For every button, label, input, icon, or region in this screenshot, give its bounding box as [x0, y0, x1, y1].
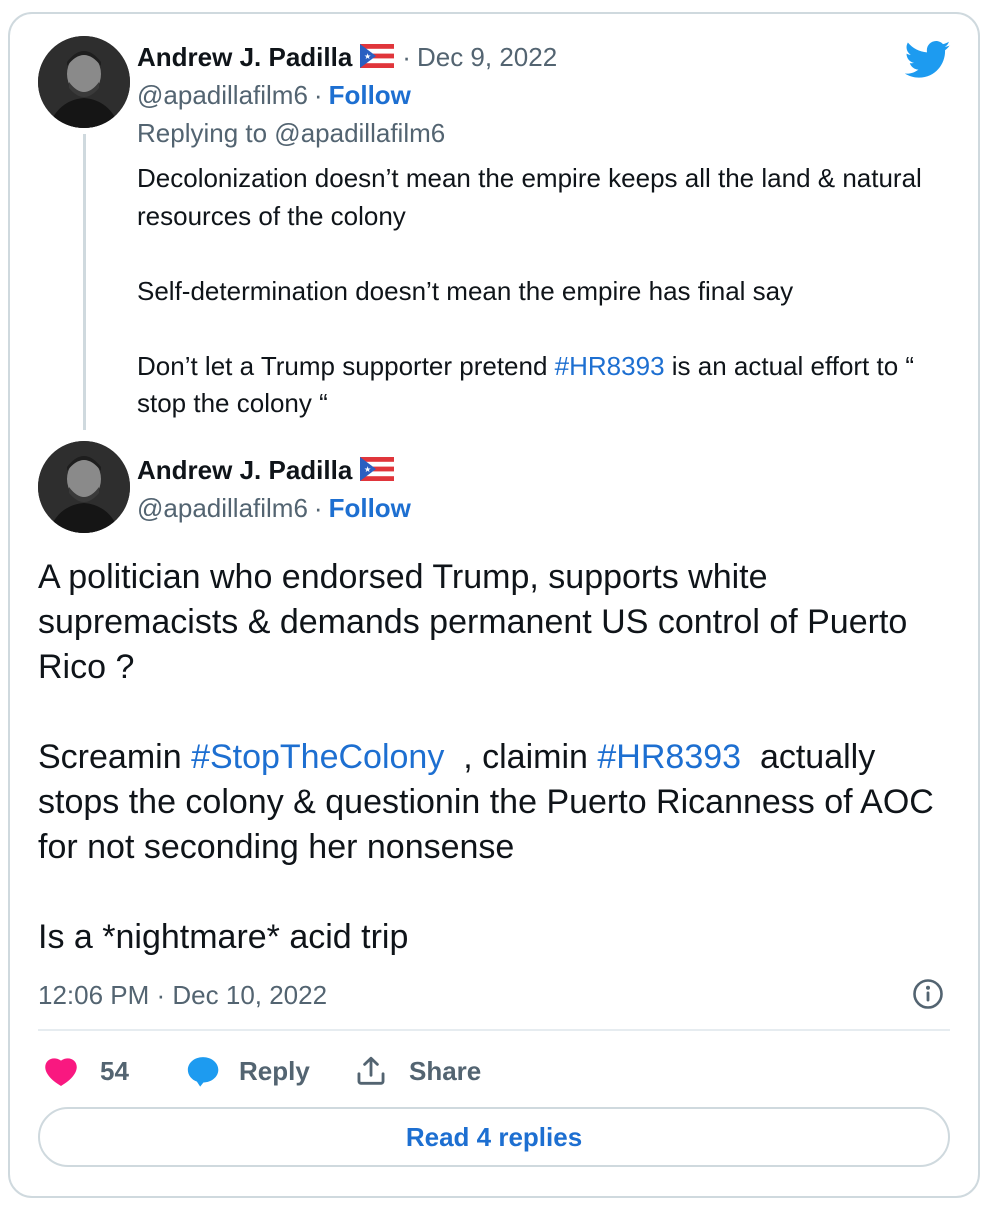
- puerto-rico-flag-icon: ★: [360, 456, 395, 481]
- author-handle[interactable]: @apadillafilm6: [137, 493, 308, 523]
- main-author-line: Andrew J. Padilla ★: [137, 454, 395, 486]
- text-span: , claimin: [444, 738, 598, 776]
- tweet-paragraph: A politician who endorsed Trump, support…: [38, 558, 908, 686]
- hashtag-link[interactable]: #StopTheColony: [191, 738, 444, 776]
- share-button[interactable]: [354, 1054, 388, 1088]
- text-span: Don’t let a Trump supporter pretend: [137, 350, 555, 381]
- svg-text:★: ★: [364, 52, 371, 61]
- parent-tweet-text: Decolonization doesn’t mean the empire k…: [137, 160, 937, 423]
- tweet-paragraph: Self-determination doesn’t mean the empi…: [137, 275, 794, 306]
- read-replies-button[interactable]: Read 4 replies: [38, 1107, 950, 1167]
- text-span: Screamin: [38, 738, 192, 776]
- avatar[interactable]: [38, 36, 130, 128]
- share-label[interactable]: Share: [409, 1055, 481, 1087]
- main-handle-line: @apadillafilm6 · Follow: [137, 492, 411, 524]
- like-button[interactable]: [44, 1055, 78, 1087]
- avatar[interactable]: [38, 441, 130, 533]
- puerto-rico-flag-icon: ★: [360, 43, 395, 68]
- heart-icon: [45, 1058, 77, 1087]
- tweet-date[interactable]: Dec 9, 2022: [417, 42, 557, 72]
- author-name[interactable]: Andrew J. Padilla: [137, 42, 352, 72]
- info-icon[interactable]: [912, 978, 944, 1010]
- like-count: 54: [100, 1056, 129, 1086]
- follow-button[interactable]: Follow: [329, 493, 411, 523]
- thread-line: [83, 134, 86, 430]
- share-icon: [357, 1056, 385, 1085]
- tweet-paragraph: Don’t let a Trump supporter pretend #HR8…: [137, 348, 937, 423]
- hashtag-link[interactable]: #HR8393: [555, 351, 665, 381]
- tweet-timestamp[interactable]: 12:06 PM · Dec 10, 2022: [38, 979, 327, 1011]
- reply-label[interactable]: Reply: [239, 1055, 310, 1087]
- handle-separator: ·: [313, 80, 323, 110]
- date-separator: ·: [402, 42, 411, 72]
- author-name[interactable]: Andrew J. Padilla: [137, 455, 352, 485]
- parent-handle-line: @apadillafilm6 · Follow: [137, 79, 411, 111]
- follow-button[interactable]: Follow: [329, 80, 411, 110]
- avatar-photo: [38, 441, 130, 533]
- reply-bubble-icon: [187, 1057, 219, 1087]
- parent-author-line: Andrew J. Padilla ★ · Dec 9, 2022: [137, 41, 557, 73]
- divider: [38, 1029, 950, 1031]
- replying-to: Replying to @apadillafilm6: [137, 118, 446, 148]
- reply-button[interactable]: [186, 1054, 220, 1088]
- svg-text:★: ★: [364, 465, 371, 474]
- hashtag-link[interactable]: #HR8393: [597, 738, 741, 776]
- tweet-paragraph: Decolonization doesn’t mean the empire k…: [137, 163, 922, 231]
- handle-separator: ·: [313, 493, 323, 523]
- author-handle[interactable]: @apadillafilm6: [137, 80, 308, 110]
- avatar-photo: [38, 36, 130, 128]
- tweet-paragraph: Screamin #StopTheColony , claimin #HR839…: [38, 735, 953, 870]
- twitter-bird-icon[interactable]: [904, 40, 951, 80]
- tweet-paragraph: Is a *nightmare* acid trip: [38, 918, 409, 956]
- main-tweet-text: A politician who endorsed Trump, support…: [38, 555, 953, 960]
